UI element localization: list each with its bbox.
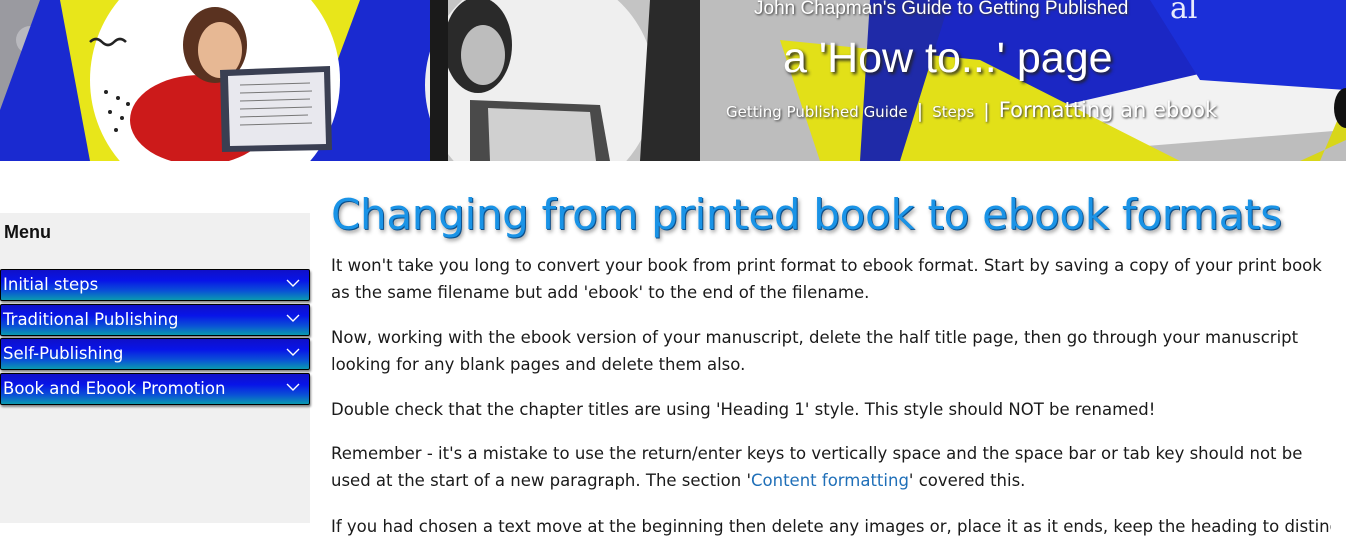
sidebar-item-book-promotion[interactable]: Book and Ebook Promotion: [0, 373, 310, 405]
sidebar-item-label: Initial steps: [3, 275, 99, 294]
breadcrumb: Getting Published Guide | Steps | Format…: [726, 98, 1217, 122]
svg-text:al: al: [1170, 0, 1197, 26]
sidebar-item-label: Traditional Publishing: [3, 310, 179, 329]
paragraph: It won't take you long to convert your b…: [331, 256, 1322, 302]
content-formatting-link[interactable]: Content formatting: [751, 471, 909, 490]
banner-illustration: al: [0, 0, 1346, 161]
sidebar-item-self-publishing[interactable]: Self-Publishing: [0, 338, 310, 370]
breadcrumb-link-steps[interactable]: Steps: [932, 103, 974, 121]
sidebar-menu: Menu Initial steps Traditional Publishin…: [0, 213, 310, 523]
chevron-down-icon: [286, 314, 300, 322]
sidebar-item-label: Self-Publishing: [3, 344, 124, 363]
breadcrumb-separator: |: [983, 100, 990, 122]
banner-heading: a 'How to...' page: [783, 34, 1113, 82]
chevron-down-icon: [286, 383, 300, 391]
paragraph: Now, working with the ebook version of y…: [331, 328, 1299, 374]
paragraph: Remember - it's a mistake to use the ret…: [331, 440, 1331, 494]
main-content: Changing from printed book to ebook form…: [331, 190, 1331, 536]
sidebar-item-traditional-publishing[interactable]: Traditional Publishing: [0, 304, 310, 336]
paragraph: Double check that the chapter titles are…: [331, 400, 1156, 419]
sidebar-item-initial-steps[interactable]: Initial steps: [0, 269, 310, 301]
site-title: John Chapman's Guide to Getting Publishe…: [754, 0, 1129, 19]
chevron-down-icon: [286, 279, 300, 287]
paragraph-partial: If you had chosen a text move at the beg…: [331, 517, 1331, 536]
chevron-down-icon: [286, 348, 300, 356]
menu-title: Menu: [4, 222, 51, 242]
breadcrumb-link-guide[interactable]: Getting Published Guide: [726, 103, 908, 121]
sidebar-item-label: Book and Ebook Promotion: [3, 379, 226, 398]
breadcrumb-current: Formatting an ebook: [998, 98, 1218, 122]
breadcrumb-separator: |: [916, 100, 924, 122]
header-banner: al John Chapman's Guide to Getting Publi…: [0, 0, 1346, 161]
paragraph-text: ' covered this.: [908, 471, 1026, 490]
page-title: Changing from printed book to ebook form…: [331, 190, 1282, 239]
